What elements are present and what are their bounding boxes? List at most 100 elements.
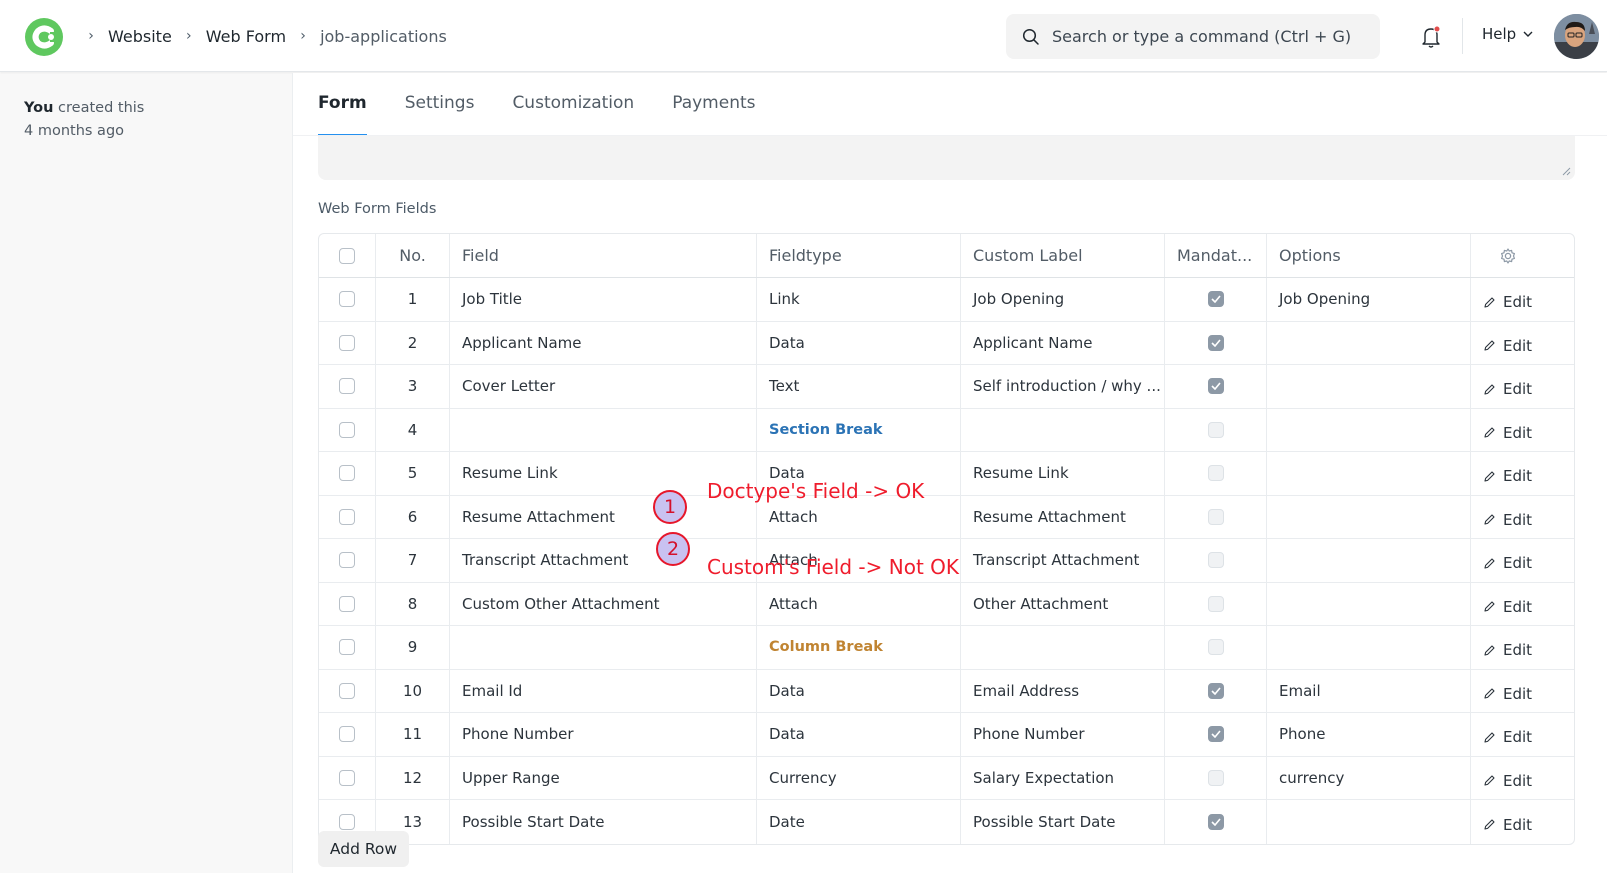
row-fieldtype[interactable]: Attach xyxy=(769,508,818,526)
table-row[interactable]: 6 Resume Attachment Attach Resume Attachmen… xyxy=(319,495,1574,539)
row-options[interactable]: Phone xyxy=(1267,713,1471,756)
row-fieldtype[interactable]: Section Break xyxy=(769,422,883,438)
mandatory-checkbox[interactable] xyxy=(1207,378,1224,395)
row-options[interactable]: currency xyxy=(1267,756,1471,799)
row-fieldtype[interactable]: Date xyxy=(769,813,805,831)
tab-customization[interactable]: Customization xyxy=(512,73,634,136)
row-edit-button[interactable]: Edit xyxy=(1483,598,1532,616)
table-row[interactable]: 12 Upper Range Currency Salary Expectation c… xyxy=(319,756,1574,800)
row-select-checkbox[interactable] xyxy=(339,595,355,612)
row-fieldtype[interactable]: Link xyxy=(769,290,800,308)
row-edit-button[interactable]: Edit xyxy=(1483,772,1532,790)
row-custom-label[interactable]: Resume Attachment xyxy=(961,495,1165,538)
row-custom-label[interactable]: Applicant Name xyxy=(961,321,1165,364)
table-row[interactable]: 1 Job Title Link Job Opening Job Opening Edit xyxy=(319,278,1574,322)
row-select-checkbox[interactable] xyxy=(339,508,355,525)
row-field[interactable] xyxy=(450,408,757,451)
mandatory-checkbox[interactable] xyxy=(1207,769,1224,786)
row-options[interactable] xyxy=(1267,582,1471,625)
row-custom-label[interactable]: Transcript Attachment xyxy=(961,539,1165,582)
row-fieldtype[interactable]: Attach xyxy=(769,595,818,613)
row-options[interactable] xyxy=(1267,452,1471,495)
row-custom-label[interactable]: Resume Link xyxy=(961,452,1165,495)
row-field[interactable] xyxy=(450,626,757,669)
mandatory-checkbox[interactable] xyxy=(1207,421,1224,438)
breadcrumb-current[interactable]: job-applications xyxy=(320,27,447,46)
mandatory-checkbox[interactable] xyxy=(1207,682,1224,699)
row-options[interactable] xyxy=(1267,365,1471,408)
table-row[interactable]: 9 Column Break Edit xyxy=(319,626,1574,670)
row-select-checkbox[interactable] xyxy=(339,726,355,743)
row-fieldtype[interactable]: Data xyxy=(769,682,805,700)
row-custom-label[interactable]: Possible Start Date xyxy=(961,800,1165,844)
row-edit-button[interactable]: Edit xyxy=(1483,467,1532,485)
row-edit-button[interactable]: Edit xyxy=(1483,424,1532,442)
row-options[interactable] xyxy=(1267,321,1471,364)
table-row[interactable]: 3 Cover Letter Text Self introduction / why… xyxy=(319,365,1574,409)
table-row[interactable]: 2 Applicant Name Data Applicant Name Edit xyxy=(319,321,1574,365)
table-row[interactable]: 5 Resume Link Data Resume Link Edit xyxy=(319,452,1574,496)
row-field[interactable]: Phone Number xyxy=(450,713,757,756)
row-custom-label[interactable]: Salary Expectation xyxy=(961,756,1165,799)
row-edit-button[interactable]: Edit xyxy=(1483,380,1532,398)
tab-form[interactable]: Form xyxy=(318,73,367,136)
row-custom-label[interactable]: Other Attachment xyxy=(961,582,1165,625)
row-field[interactable]: Custom Other Attachment xyxy=(450,582,757,625)
row-select-checkbox[interactable] xyxy=(339,421,355,438)
row-options[interactable] xyxy=(1267,495,1471,538)
table-row[interactable]: 8 Custom Other Attachment Attach Other Atta… xyxy=(319,582,1574,626)
row-edit-button[interactable]: Edit xyxy=(1483,554,1532,572)
row-edit-button[interactable]: Edit xyxy=(1483,641,1532,659)
row-select-checkbox[interactable] xyxy=(339,769,355,786)
row-options[interactable] xyxy=(1267,800,1471,844)
row-options[interactable]: Email xyxy=(1267,669,1471,712)
row-field[interactable]: Possible Start Date xyxy=(450,800,757,844)
notification-bell-icon[interactable] xyxy=(1419,24,1443,50)
mandatory-checkbox[interactable] xyxy=(1207,552,1224,569)
row-custom-label[interactable] xyxy=(961,408,1165,451)
row-select-checkbox[interactable] xyxy=(339,552,355,569)
add-row-button[interactable]: Add Row xyxy=(318,831,409,867)
text-area-field[interactable] xyxy=(318,136,1575,180)
row-fieldtype[interactable]: Data xyxy=(769,334,805,352)
avatar[interactable] xyxy=(1554,14,1599,59)
app-logo-icon[interactable] xyxy=(24,17,66,57)
mandatory-checkbox[interactable] xyxy=(1207,508,1224,525)
row-edit-button[interactable]: Edit xyxy=(1483,511,1532,529)
mandatory-checkbox[interactable] xyxy=(1207,813,1224,830)
row-custom-label[interactable]: Phone Number xyxy=(961,713,1165,756)
row-select-checkbox[interactable] xyxy=(339,465,355,482)
row-custom-label[interactable]: Email Address xyxy=(961,669,1165,712)
breadcrumb-web-form[interactable]: Web Form xyxy=(206,27,286,46)
gear-icon[interactable] xyxy=(1499,247,1517,265)
row-edit-button[interactable]: Edit xyxy=(1483,293,1532,311)
row-select-checkbox[interactable] xyxy=(339,682,355,699)
tab-payments[interactable]: Payments xyxy=(672,73,755,136)
search-input[interactable] xyxy=(1052,27,1372,46)
row-select-checkbox[interactable] xyxy=(339,291,355,308)
row-edit-button[interactable]: Edit xyxy=(1483,337,1532,355)
row-edit-button[interactable]: Edit xyxy=(1483,685,1532,703)
select-all-checkbox[interactable] xyxy=(339,247,355,264)
tab-settings[interactable]: Settings xyxy=(405,73,475,136)
row-select-checkbox[interactable] xyxy=(339,334,355,351)
mandatory-checkbox[interactable] xyxy=(1207,291,1224,308)
table-row[interactable]: 11 Phone Number Data Phone Number Phone Edit xyxy=(319,713,1574,757)
row-custom-label[interactable]: Job Opening xyxy=(961,278,1165,321)
row-options[interactable]: Job Opening xyxy=(1267,278,1471,321)
row-options[interactable] xyxy=(1267,539,1471,582)
awesomebar[interactable] xyxy=(1006,14,1380,59)
row-edit-button[interactable]: Edit xyxy=(1483,728,1532,746)
row-select-checkbox[interactable] xyxy=(339,813,355,830)
row-fieldtype[interactable]: Currency xyxy=(769,769,837,787)
mandatory-checkbox[interactable] xyxy=(1207,595,1224,612)
help-dropdown[interactable]: Help xyxy=(1482,25,1534,43)
row-select-checkbox[interactable] xyxy=(339,639,355,656)
row-field[interactable]: Applicant Name xyxy=(450,321,757,364)
row-edit-button[interactable]: Edit xyxy=(1483,816,1532,834)
table-row[interactable]: 4 Section Break Edit xyxy=(319,408,1574,452)
table-row[interactable]: 13 Possible Start Date Date Possible Start … xyxy=(319,800,1574,844)
row-field[interactable]: Upper Range xyxy=(450,756,757,799)
mandatory-checkbox[interactable] xyxy=(1207,726,1224,743)
resize-grip-icon[interactable] xyxy=(1562,167,1571,176)
